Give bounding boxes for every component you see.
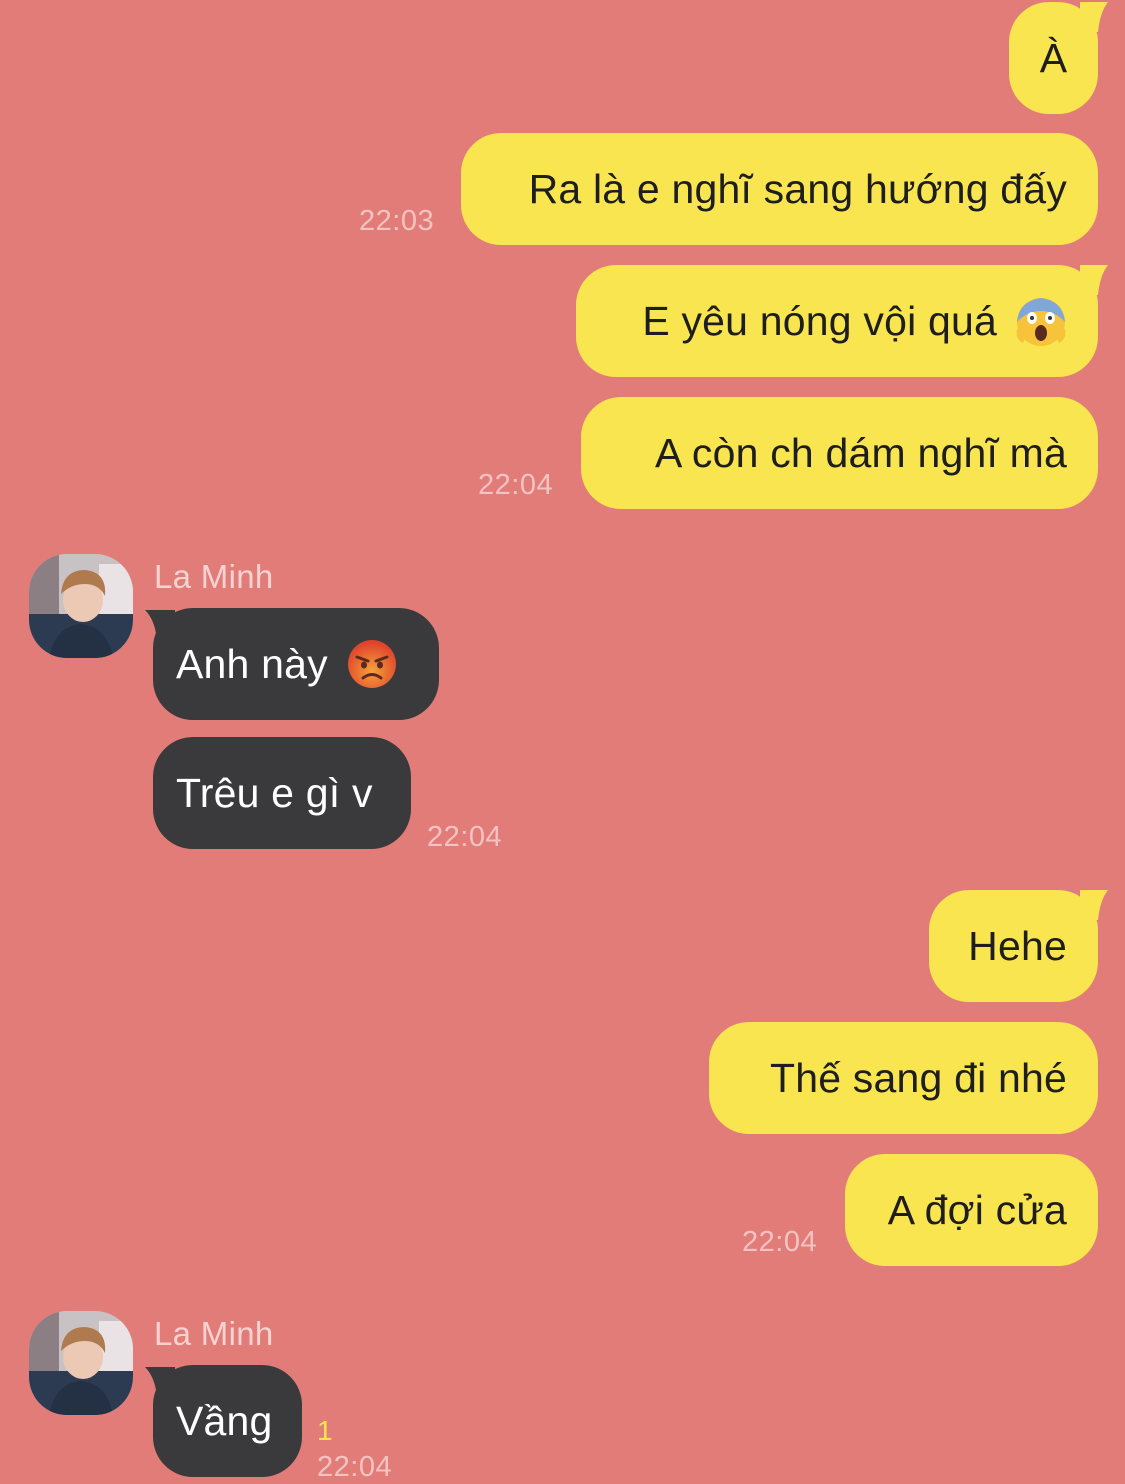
message-bubble-sent[interactable]: E yêu nóng vội quá [576,265,1098,377]
message-timestamp: 22:04 [478,469,554,501]
bubble-tail [1080,265,1108,295]
message-bubble-sent[interactable]: Ra là e nghĩ sang hướng đấy [461,133,1098,245]
message-text: E yêu nóng vội quá [642,297,997,344]
chat-window: À Ra là e nghĩ sang hướng đấy 22:03 E yê… [0,0,1125,1483]
message-timestamp: 22:04 [427,821,503,853]
message-bubble-sent[interactable]: Hehe [929,890,1098,1002]
message-text: Thế sang đi nhé [769,1054,1067,1101]
message-timestamp: 22:03 [359,205,435,237]
message-text: A đợi cửa [887,1186,1067,1233]
message-text: Ra là e nghĩ sang hướng đấy [528,165,1067,212]
unread-count: 1 [317,1415,333,1446]
message-bubble-received[interactable]: Trêu e gì v [153,737,411,849]
message-timestamp: 22:04 [317,1451,393,1483]
message-bubble-sent[interactable]: Thế sang đi nhé [709,1022,1098,1134]
avatar-photo-icon [29,554,133,658]
avatar-photo-icon [29,1311,133,1415]
message-bubble-sent[interactable]: A còn ch dám nghĩ mà [581,397,1098,509]
contact-name: La Minh [154,558,274,595]
message-timestamp: 22:04 [742,1226,818,1258]
message-bubble-received[interactable]: Anh này [153,608,439,720]
message-bubble-received[interactable]: Vầng [153,1365,302,1477]
face-screaming-in-fear-icon [1016,298,1066,346]
message-bubble-sent[interactable]: A đợi cửa [845,1154,1098,1266]
message-text: Anh này [176,640,328,687]
contact-name: La Minh [154,1315,274,1352]
bubble-tail [1080,890,1108,920]
bubble-tail [1080,2,1108,32]
message-text: À [1039,34,1068,81]
pouting-face-icon [347,640,396,688]
message-text: Trêu e gì v [176,769,373,816]
message-text: Vầng [176,1397,273,1444]
contact-avatar[interactable] [29,554,133,658]
contact-avatar[interactable] [29,1311,133,1415]
message-text: A còn ch dám nghĩ mà [655,429,1067,476]
message-text: Hehe [968,922,1067,969]
